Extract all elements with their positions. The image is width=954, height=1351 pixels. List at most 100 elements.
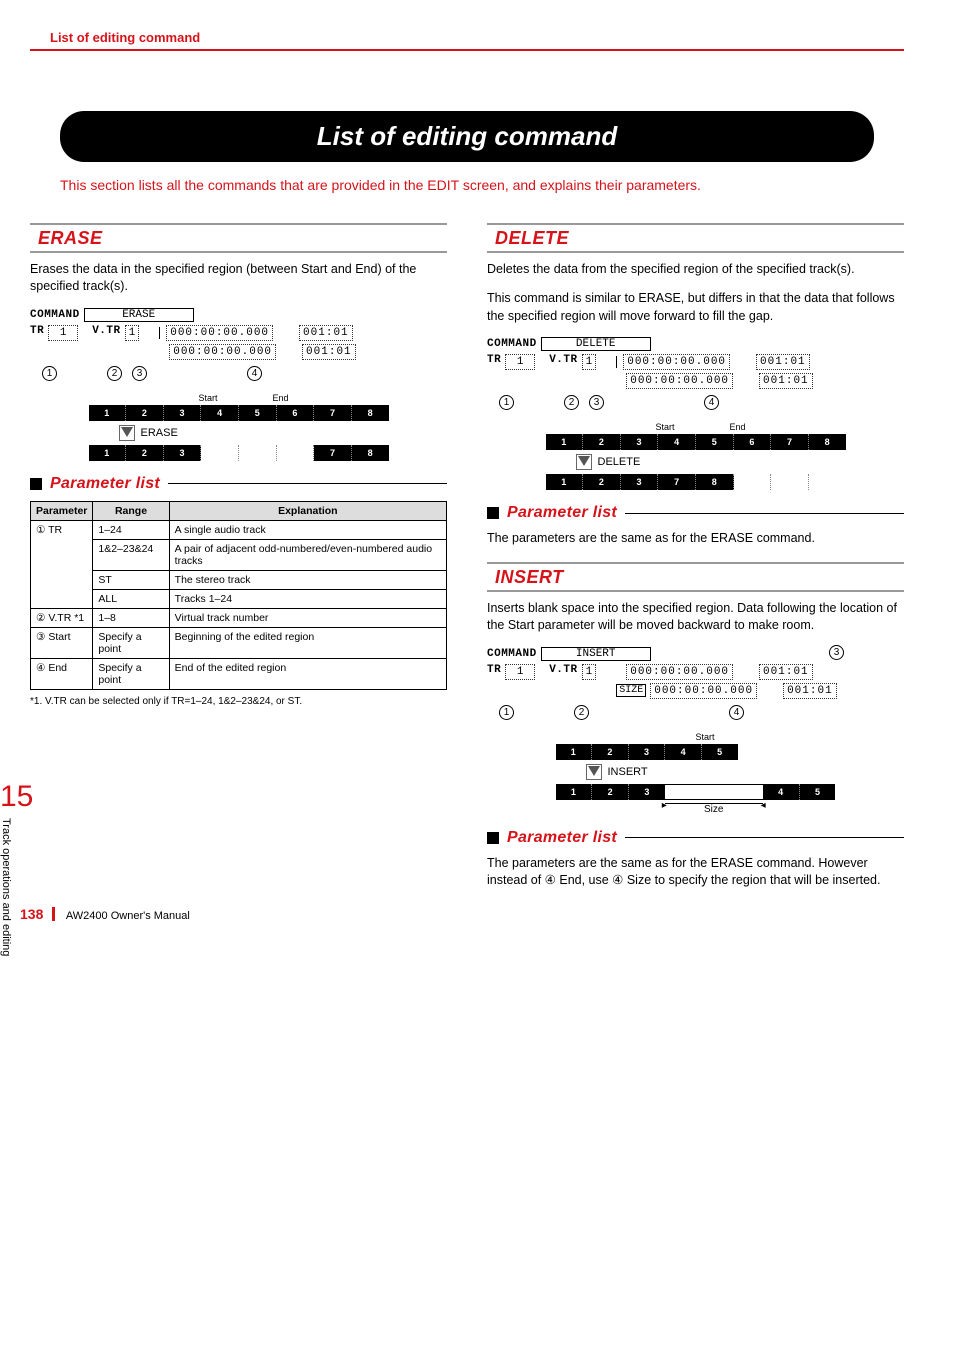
tl-start: Start — [199, 393, 218, 403]
delete-param-head: Parameter list — [487, 504, 904, 522]
delete-desc2: This command is similar to ERASE, but di… — [487, 290, 904, 325]
tl-action-label: ERASE — [141, 427, 178, 439]
tl-cell: 7 — [771, 434, 809, 450]
insert-timeline: Start 1 2 3 4 5 INSERT 1 2 3 — [556, 732, 836, 815]
lcd-vtr-value: 1 — [582, 354, 597, 370]
header-bar: List of editing command — [30, 30, 904, 51]
square-icon — [487, 507, 499, 519]
tl-cell: 2 — [126, 445, 164, 461]
callout-4: 4 — [247, 366, 262, 381]
callout-4: 4 — [704, 395, 719, 410]
lcd-extra2: 001:01 — [302, 344, 356, 360]
td: ④ End — [31, 658, 93, 689]
lcd-tr-value: 1 — [505, 664, 535, 680]
td: ② V.TR *1 — [31, 608, 93, 627]
callout-3: 3 — [829, 645, 844, 660]
side-tab: 15 Track operations and editing — [0, 780, 26, 998]
erase-param-head: Parameter list — [30, 475, 447, 493]
insert-param-text: The parameters are the same as for the E… — [487, 855, 904, 890]
lcd-tr-value: 1 — [48, 325, 78, 341]
tl-cell: 7 — [658, 474, 696, 490]
td: A pair of adjacent odd-numbered/even-num… — [169, 539, 446, 570]
lcd-command-label: COMMAND — [30, 309, 80, 321]
lcd-vtr-label: V.TR — [549, 354, 577, 366]
th-explanation: Explanation — [169, 501, 446, 520]
tl-cell — [771, 474, 809, 490]
lcd-vtr-value: 1 — [582, 664, 597, 680]
footer-bar-icon — [52, 907, 55, 921]
delete-heading: DELETE — [487, 223, 904, 253]
th-parameter: Parameter — [31, 501, 93, 520]
square-icon — [30, 478, 42, 490]
tl-cell: 2 — [592, 784, 629, 800]
tl-cell — [277, 445, 315, 461]
tl-cell — [734, 474, 772, 490]
intro-text: This section lists all the commands that… — [60, 176, 874, 195]
callout-1: 1 — [42, 366, 57, 381]
lcd-tr-label: TR — [30, 325, 44, 337]
tl-cell: 3 — [629, 784, 665, 800]
delete-param-text: The parameters are the same as for the E… — [487, 530, 904, 548]
insert-lcd: 3 COMMAND INSERT TR 1 V.TR 1 000:00:00.0… — [487, 647, 904, 720]
lcd-command-label: COMMAND — [487, 648, 537, 660]
tl-cell: 1 — [89, 405, 127, 421]
callout-1: 1 — [499, 395, 514, 410]
tl-cell: 4 — [665, 744, 702, 760]
chapter-number: 15 — [0, 780, 26, 814]
td: The stereo track — [169, 570, 446, 589]
tl-cell: 8 — [696, 474, 734, 490]
lcd-size-label: SIZE — [616, 684, 646, 697]
param-heading: Parameter list — [507, 829, 617, 847]
lcd-extra1: 001:01 — [759, 664, 813, 680]
td: ③ Start — [31, 627, 93, 658]
lcd-command-value: ERASE — [84, 308, 194, 322]
td: Beginning of the edited region — [169, 627, 446, 658]
manual-name: AW2400 Owner's Manual — [66, 910, 190, 922]
tl-cell: 5 — [702, 744, 738, 760]
footer: 138 AW2400 Owner's Manual — [20, 906, 190, 922]
lcd-vtr-value: 1 — [125, 325, 140, 341]
lcd-time2: 000:00:00.000 — [169, 344, 276, 360]
header-title: List of editing command — [50, 30, 200, 45]
lcd-extra1: 001:01 — [299, 325, 353, 341]
callout-3: 3 — [132, 366, 147, 381]
lcd-time2: 000:00:00.000 — [650, 683, 757, 699]
tl-cell: 8 — [352, 405, 389, 421]
tl-cell: 8 — [352, 445, 389, 461]
tl-cell: 3 — [164, 445, 202, 461]
tl-cell: 7 — [314, 405, 352, 421]
col-right: DELETE Deletes the data from the specifi… — [487, 223, 904, 902]
tl-cell: 5 — [696, 434, 734, 450]
tl-end: End — [272, 393, 288, 403]
erase-footnote: *1. V.TR can be selected only if TR=1–24… — [30, 696, 447, 707]
tl-cell: 8 — [809, 434, 846, 450]
tl-cell: 5 — [239, 405, 277, 421]
td: 1&2–23&24 — [93, 539, 169, 570]
lcd-time2: 000:00:00.000 — [626, 373, 733, 389]
chapter-text: Track operations and editing — [0, 818, 12, 998]
td: 1–8 — [93, 608, 169, 627]
arrow-down-icon — [119, 425, 135, 441]
delete-timeline: Start End 1 2 3 4 5 6 7 8 DELETE 1 2 3 — [546, 422, 846, 490]
tl-cell: 4 — [201, 405, 239, 421]
tl-cell: 3 — [629, 744, 666, 760]
tl-cell: 6 — [734, 434, 772, 450]
erase-desc: Erases the data in the specified region … — [30, 261, 447, 296]
col-left: ERASE Erases the data in the specified r… — [30, 223, 447, 902]
tl-cell: 3 — [621, 434, 659, 450]
lcd-time1: 000:00:00.000 — [626, 664, 733, 680]
tl-cell — [201, 445, 239, 461]
lcd-vtr-label: V.TR — [549, 664, 577, 676]
lcd-time1: 000:00:00.000 — [623, 354, 730, 370]
tl-cell: 1 — [556, 744, 593, 760]
erase-heading: ERASE — [30, 223, 447, 253]
lcd-tr-value: 1 — [505, 354, 535, 370]
page-number: 138 — [20, 906, 43, 922]
callout-4: 4 — [729, 705, 744, 720]
td: End of the edited region — [169, 658, 446, 689]
td: Tracks 1–24 — [169, 589, 446, 608]
tl-cell: 1 — [556, 784, 593, 800]
insert-heading: INSERT — [487, 562, 904, 592]
td: ① TR — [31, 520, 93, 608]
tl-cell: 1 — [546, 434, 584, 450]
